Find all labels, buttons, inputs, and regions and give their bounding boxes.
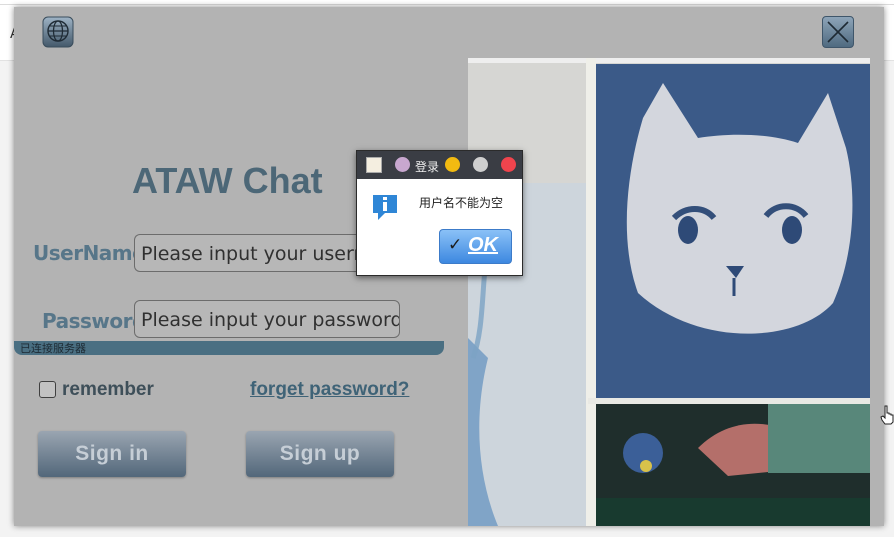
close-x-icon[interactable] — [822, 16, 854, 48]
checkmark-icon: ✓ — [448, 235, 463, 254]
message-dialog: 登录 用户名不能为空 ✓ OK — [356, 150, 523, 276]
minimize-icon[interactable] — [445, 157, 460, 172]
username-input[interactable]: Please input your username — [134, 234, 374, 272]
remember-label[interactable]: remember — [62, 379, 154, 401]
cat-painting-image — [468, 58, 870, 526]
globe-icon[interactable] — [42, 16, 74, 48]
dialog-title: 登录 — [415, 160, 440, 174]
password-label: Password — [42, 309, 146, 333]
close-icon[interactable] — [501, 157, 516, 172]
connection-status-text: 已连接服务器 — [20, 342, 86, 355]
connection-status-bar: 已连接服务器 — [14, 341, 444, 355]
maximize-icon[interactable] — [473, 157, 488, 172]
app-icon — [366, 157, 382, 173]
pin-icon[interactable] — [395, 157, 410, 172]
hand-cursor-icon — [880, 405, 894, 425]
sign-up-button[interactable]: Sign up — [246, 431, 394, 477]
desktop-divider — [0, 4, 894, 5]
info-icon — [371, 193, 399, 221]
app-title: ATAW Chat — [132, 160, 323, 201]
remember-checkbox[interactable] — [39, 381, 56, 398]
username-label: UserName — [33, 241, 146, 265]
dialog-message: 用户名不能为空 — [419, 196, 504, 210]
dialog-title-bar[interactable]: 登录 — [357, 151, 522, 179]
ok-button-label: OK — [468, 234, 498, 256]
forget-password-link[interactable]: forget password? — [250, 379, 409, 401]
sign-in-button[interactable]: Sign in — [38, 431, 186, 477]
password-input[interactable]: Please input your password — [134, 300, 400, 338]
ok-button[interactable]: ✓ OK — [439, 229, 512, 264]
